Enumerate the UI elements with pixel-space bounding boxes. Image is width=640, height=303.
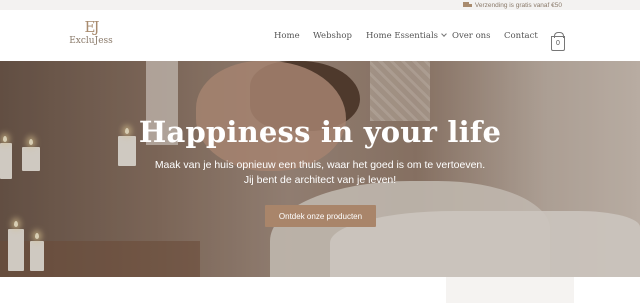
top-announcement-bar: Verzending is gratis vanaf €50 [0,0,640,10]
discover-products-button[interactable]: Ontdek onze producten [265,205,376,227]
logo-monogram: EJ [84,18,100,36]
hero-subtitle-line-2: Jij bent de architect van je leven! [243,174,397,186]
nav-item-home[interactable]: Home [274,31,300,41]
hero-subtitle-line-1: Maak van je huis opnieuw een thuis, waar… [154,159,486,171]
nav-item-home-essentials-label: Home Essentials [366,31,439,41]
nav-item-contact[interactable]: Contact [504,31,538,41]
shipping-text: Verzending is gratis vanaf €50 [474,1,562,9]
logo-wordmark: ExcluJess [69,36,113,46]
content-card [446,277,574,303]
nav-item-home-essentials[interactable]: Home Essentials [366,31,447,41]
below-hero-section [0,277,640,303]
cart-count: 0 [556,40,560,47]
hero-title: Happiness in your life [138,115,502,149]
nav-item-over-ons[interactable]: Over ons [452,31,491,41]
truck-icon [462,2,472,8]
chevron-down-icon [441,31,447,37]
site-logo[interactable]: EJ ExcluJess [64,19,118,55]
site-header: EJ ExcluJess Home Webshop Home Essential… [0,10,640,61]
shipping-notice: Verzending is gratis vanaf €50 [462,0,562,10]
hero-banner: Happiness in your life Maak van je huis … [0,61,640,277]
nav-item-webshop[interactable]: Webshop [313,31,352,41]
hero-subtitle: Maak van je huis opnieuw een thuis, waar… [0,158,640,188]
shopping-bag-icon[interactable]: 0 [551,32,565,51]
